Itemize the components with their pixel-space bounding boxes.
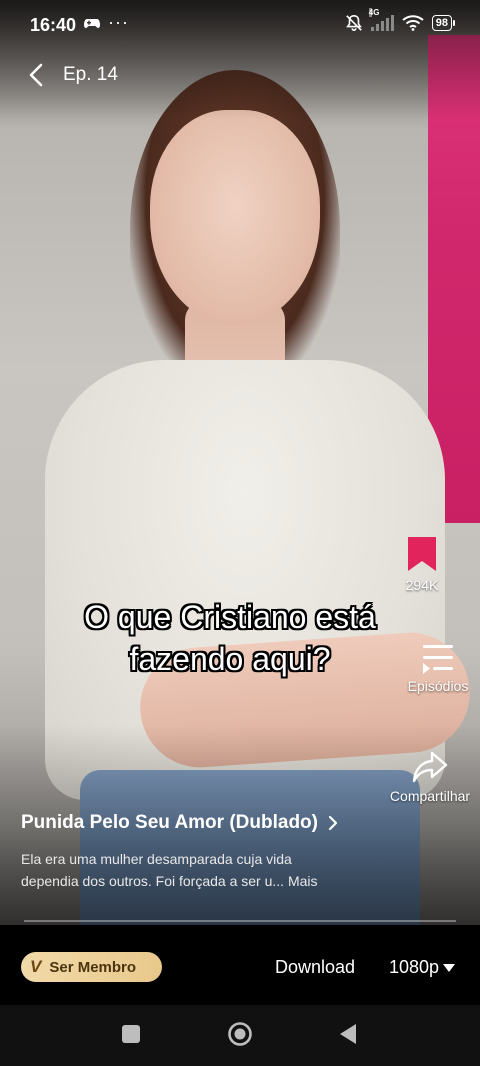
episode-list-icon xyxy=(423,645,453,674)
chevron-left-icon xyxy=(29,63,43,87)
drama-title-link[interactable]: Punida Pelo Seu Amor (Dublado) xyxy=(21,812,338,834)
share-arrow-icon xyxy=(412,751,448,783)
status-overflow: ··· xyxy=(108,12,129,32)
bookmark-count: 294K xyxy=(405,577,439,593)
quality-label: 1080p xyxy=(389,957,440,977)
back-button[interactable] xyxy=(22,60,50,90)
episode-label: Ep. 14 xyxy=(63,64,118,85)
mute-bell-icon xyxy=(345,14,362,32)
download-button[interactable]: Download xyxy=(275,957,355,978)
wifi-icon xyxy=(402,15,424,31)
recent-apps-button[interactable] xyxy=(122,1025,140,1043)
video-subtitle: O que Cristiano está fazendo aqui? xyxy=(20,596,440,680)
more-link[interactable]: Mais xyxy=(288,873,318,889)
episodes-button[interactable]: Episódios xyxy=(398,642,478,694)
share-label: Compartilhar xyxy=(389,788,471,804)
battery-icon: 98 xyxy=(431,15,456,31)
description-line-1: Ela era uma mulher desamparada cuja vida xyxy=(21,851,292,867)
episodes-label: Episódios xyxy=(407,678,469,694)
bookmark-button[interactable]: 294K xyxy=(386,535,458,593)
subtitle-line-2: fazendo aqui? xyxy=(129,641,331,677)
drama-description: Ela era uma mulher desamparada cuja vida… xyxy=(21,848,381,892)
status-right-icons: 4G 98 xyxy=(345,8,456,32)
share-button[interactable]: Compartilhar xyxy=(382,750,478,804)
system-back-button[interactable] xyxy=(338,1023,358,1045)
quality-selector[interactable]: 1080p xyxy=(389,957,456,978)
subtitle-line-1: O que Cristiano está xyxy=(84,599,376,635)
triangle-down-icon xyxy=(443,963,456,972)
member-label: Ser Membro xyxy=(49,958,137,976)
member-button[interactable]: V Ser Membro xyxy=(21,952,162,982)
bookmark-icon xyxy=(408,537,436,571)
chevron-right-icon xyxy=(328,815,338,831)
description-line-2: dependia dos outros. Foi forçada a ser u… xyxy=(21,873,285,889)
status-time: 16:40 xyxy=(30,15,77,35)
vip-icon: V xyxy=(30,957,42,976)
video-progress-bar[interactable] xyxy=(24,920,456,922)
gamepad-icon xyxy=(84,16,100,34)
drama-title: Punida Pelo Seu Amor (Dublado) xyxy=(21,812,318,833)
cell-signal-icon: 4G xyxy=(368,8,394,31)
video-character-face xyxy=(150,110,320,325)
home-button[interactable] xyxy=(227,1021,253,1047)
status-bar: 16:40 ··· 4G 98 xyxy=(0,0,480,50)
network-type: 4G xyxy=(368,8,380,17)
